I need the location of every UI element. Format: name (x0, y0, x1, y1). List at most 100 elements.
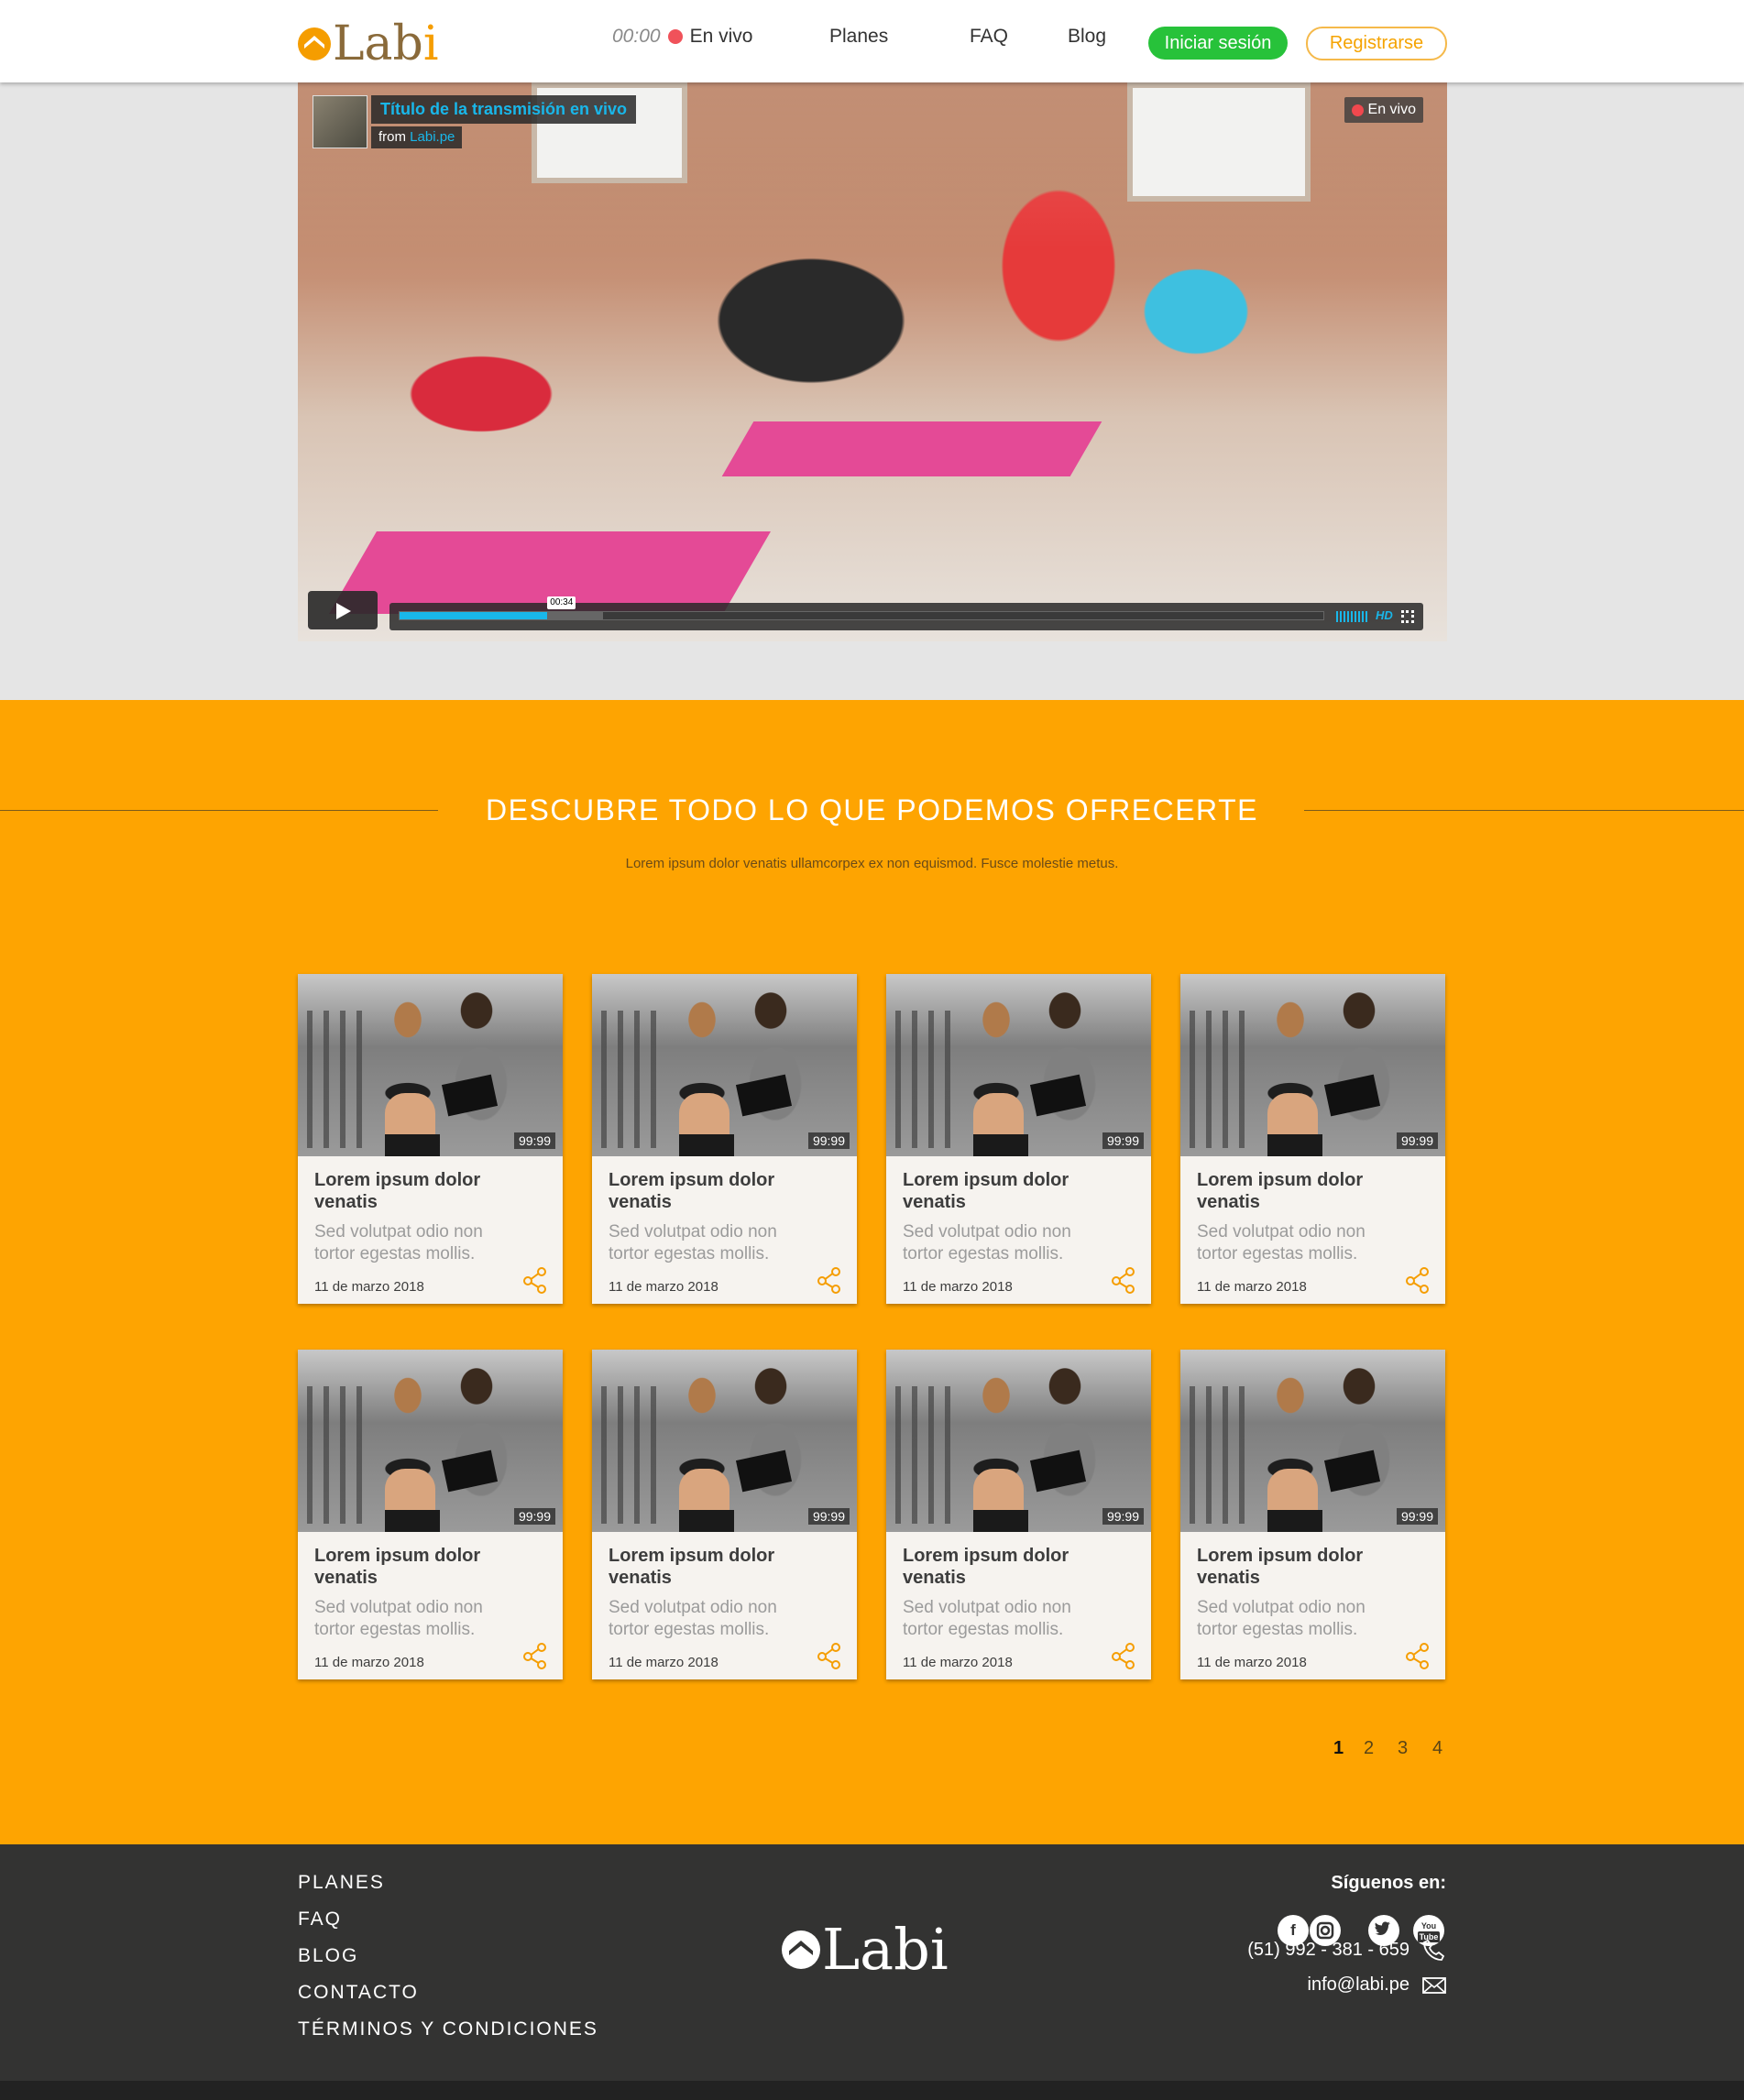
gym-rack-shape (1190, 1011, 1245, 1148)
card-thumbnail[interactable]: 99:99 (298, 1350, 563, 1532)
share-icon[interactable] (1109, 1265, 1138, 1295)
card-title[interactable]: Lorem ipsum dolor venatis (1197, 1545, 1380, 1589)
gym-rack-shape (307, 1011, 362, 1148)
video-from-prefix: from (378, 129, 406, 145)
thumbnail-figure (1267, 1510, 1322, 1532)
share-icon[interactable] (815, 1265, 844, 1295)
thumbnail-figure (679, 1510, 734, 1532)
content-card[interactable]: 99:99 Lorem ipsum dolor venatis Sed volutp… (298, 1350, 563, 1679)
card-title[interactable]: Lorem ipsum dolor venatis (609, 1169, 792, 1213)
live-dot-icon (1351, 104, 1364, 116)
gym-rack-shape (1190, 1386, 1245, 1524)
play-button[interactable] (308, 591, 378, 629)
card-date: 11 de marzo 2018 (1197, 1655, 1307, 1670)
content-card[interactable]: 99:99 Lorem ipsum dolor venatis Sed volutp… (298, 974, 563, 1304)
labi-logo[interactable]: Labi (298, 20, 438, 68)
offer-section: DESCUBRE TODO LO QUE PODEMOS OFRECERTE L… (0, 700, 1744, 1844)
live-label: En vivo (689, 26, 753, 47)
card-date: 11 de marzo 2018 (903, 1279, 1013, 1295)
card-thumbnail[interactable]: 99:99 (1180, 1350, 1445, 1532)
card-date: 11 de marzo 2018 (314, 1655, 424, 1670)
card-thumbnail[interactable]: 99:99 (592, 974, 857, 1156)
thumbnail-figure (385, 1134, 440, 1156)
footer-bottom-bar (0, 2081, 1744, 2100)
volume-icon[interactable] (1336, 611, 1367, 622)
contact-phone[interactable]: (51) 992 - 381 - 659 (1247, 1938, 1446, 1962)
live-video-player[interactable]: Título de la transmisión en vivo from La… (298, 82, 1447, 641)
logo-wordmark: Labi (333, 16, 439, 71)
card-thumbnail[interactable]: 99:99 (592, 1350, 857, 1532)
card-description: Sed volutpat odio non tortor egestas mol… (314, 1222, 483, 1263)
channel-thumbnail[interactable] (313, 95, 367, 148)
thumbnail-tablet (1029, 1449, 1087, 1493)
share-icon[interactable] (521, 1265, 550, 1295)
progress-played (400, 612, 548, 619)
page-4[interactable]: 4 (1432, 1738, 1442, 1759)
share-icon[interactable] (1109, 1641, 1138, 1670)
card-date: 11 de marzo 2018 (1197, 1279, 1307, 1295)
card-thumbnail[interactable]: 99:99 (1180, 974, 1445, 1156)
footer-link-terminos[interactable]: TÉRMINOS Y CONDICIONES (298, 2018, 598, 2040)
card-title[interactable]: Lorem ipsum dolor venatis (314, 1545, 498, 1589)
gym-rack-shape (307, 1386, 362, 1524)
share-icon[interactable] (1403, 1265, 1432, 1295)
footer-link-planes[interactable]: PLANES (298, 1872, 385, 1894)
register-button[interactable]: Registrarse (1306, 27, 1447, 60)
mail-icon (1422, 1976, 1446, 1994)
content-card[interactable]: 99:99 Lorem ipsum dolor venatis Sed volutp… (1180, 1350, 1445, 1679)
video-source-link[interactable]: Labi.pe (410, 129, 455, 145)
thumbnail-tablet (1029, 1074, 1087, 1117)
card-title[interactable]: Lorem ipsum dolor venatis (314, 1169, 498, 1213)
thumbnail-tablet (735, 1074, 793, 1117)
thumbnail-tablet (1323, 1074, 1381, 1117)
card-duration: 99:99 (513, 1132, 555, 1149)
content-card[interactable]: 99:99 Lorem ipsum dolor venatis Sed volutp… (886, 974, 1151, 1304)
thumbnail-tablet (441, 1074, 499, 1117)
footer-link-blog[interactable]: BLOG (298, 1945, 358, 1967)
card-thumbnail[interactable]: 99:99 (886, 1350, 1151, 1532)
card-description: Sed volutpat odio non tortor egestas mol… (314, 1598, 483, 1639)
card-thumbnail[interactable]: 99:99 (886, 974, 1151, 1156)
content-card[interactable]: 99:99 Lorem ipsum dolor venatis Sed volutp… (1180, 974, 1445, 1304)
page-1[interactable]: 1 (1333, 1738, 1344, 1759)
share-icon[interactable] (1403, 1641, 1432, 1670)
footer: PLANES FAQ BLOG CONTACTO TÉRMINOS Y COND… (0, 1844, 1744, 2081)
card-duration: 99:99 (1102, 1132, 1144, 1149)
nav-planes[interactable]: Planes (829, 26, 888, 48)
content-card[interactable]: 99:99 Lorem ipsum dolor venatis Sed volutp… (592, 1350, 857, 1679)
live-dot-icon (667, 29, 683, 44)
card-description: Sed volutpat odio non tortor egestas mol… (903, 1598, 1071, 1639)
fullscreen-icon[interactable] (1401, 610, 1414, 623)
share-icon[interactable] (815, 1641, 844, 1670)
gym-rack-shape (601, 1011, 656, 1148)
footer-logo-wordmark: Labi (822, 1916, 949, 1983)
video-title[interactable]: Título de la transmisión en vivo (371, 95, 637, 124)
card-date: 11 de marzo 2018 (609, 1279, 718, 1295)
progress-bar[interactable]: 00:34 (399, 596, 1324, 620)
content-card[interactable]: 99:99 Lorem ipsum dolor venatis Sed volutp… (886, 1350, 1151, 1679)
content-card[interactable]: 99:99 Lorem ipsum dolor venatis Sed volutp… (592, 974, 857, 1304)
card-title[interactable]: Lorem ipsum dolor venatis (903, 1169, 1086, 1213)
section-subtitle: Lorem ipsum dolor venatis ullamcorpex ex… (625, 856, 1119, 871)
nav-live-indicator[interactable]: 00:00 En vivo (612, 26, 752, 48)
login-button[interactable]: Iniciar sesión (1148, 27, 1288, 60)
nav-blog[interactable]: Blog (1068, 26, 1106, 48)
page-3[interactable]: 3 (1398, 1738, 1408, 1759)
phone-number: (51) 992 - 381 - 659 (1247, 1939, 1409, 1960)
card-title[interactable]: Lorem ipsum dolor venatis (903, 1545, 1086, 1589)
contact-email[interactable]: info@labi.pe (1308, 1974, 1446, 1996)
footer-link-contacto[interactable]: CONTACTO (298, 1982, 419, 2004)
share-icon[interactable] (521, 1641, 550, 1670)
hd-toggle[interactable]: HD (1376, 608, 1393, 622)
email-address: info@labi.pe (1307, 1974, 1409, 1995)
card-title[interactable]: Lorem ipsum dolor venatis (609, 1545, 792, 1589)
footer-link-faq[interactable]: FAQ (298, 1909, 342, 1930)
video-live-label: En vivo (1367, 102, 1416, 117)
card-duration: 99:99 (807, 1508, 850, 1525)
thumbnail-figure (973, 1134, 1028, 1156)
card-thumbnail[interactable]: 99:99 (298, 974, 563, 1156)
page-2[interactable]: 2 (1364, 1738, 1374, 1759)
card-title[interactable]: Lorem ipsum dolor venatis (1197, 1169, 1380, 1213)
footer-logo[interactable]: Labi (782, 1921, 949, 1978)
nav-faq[interactable]: FAQ (970, 26, 1008, 48)
